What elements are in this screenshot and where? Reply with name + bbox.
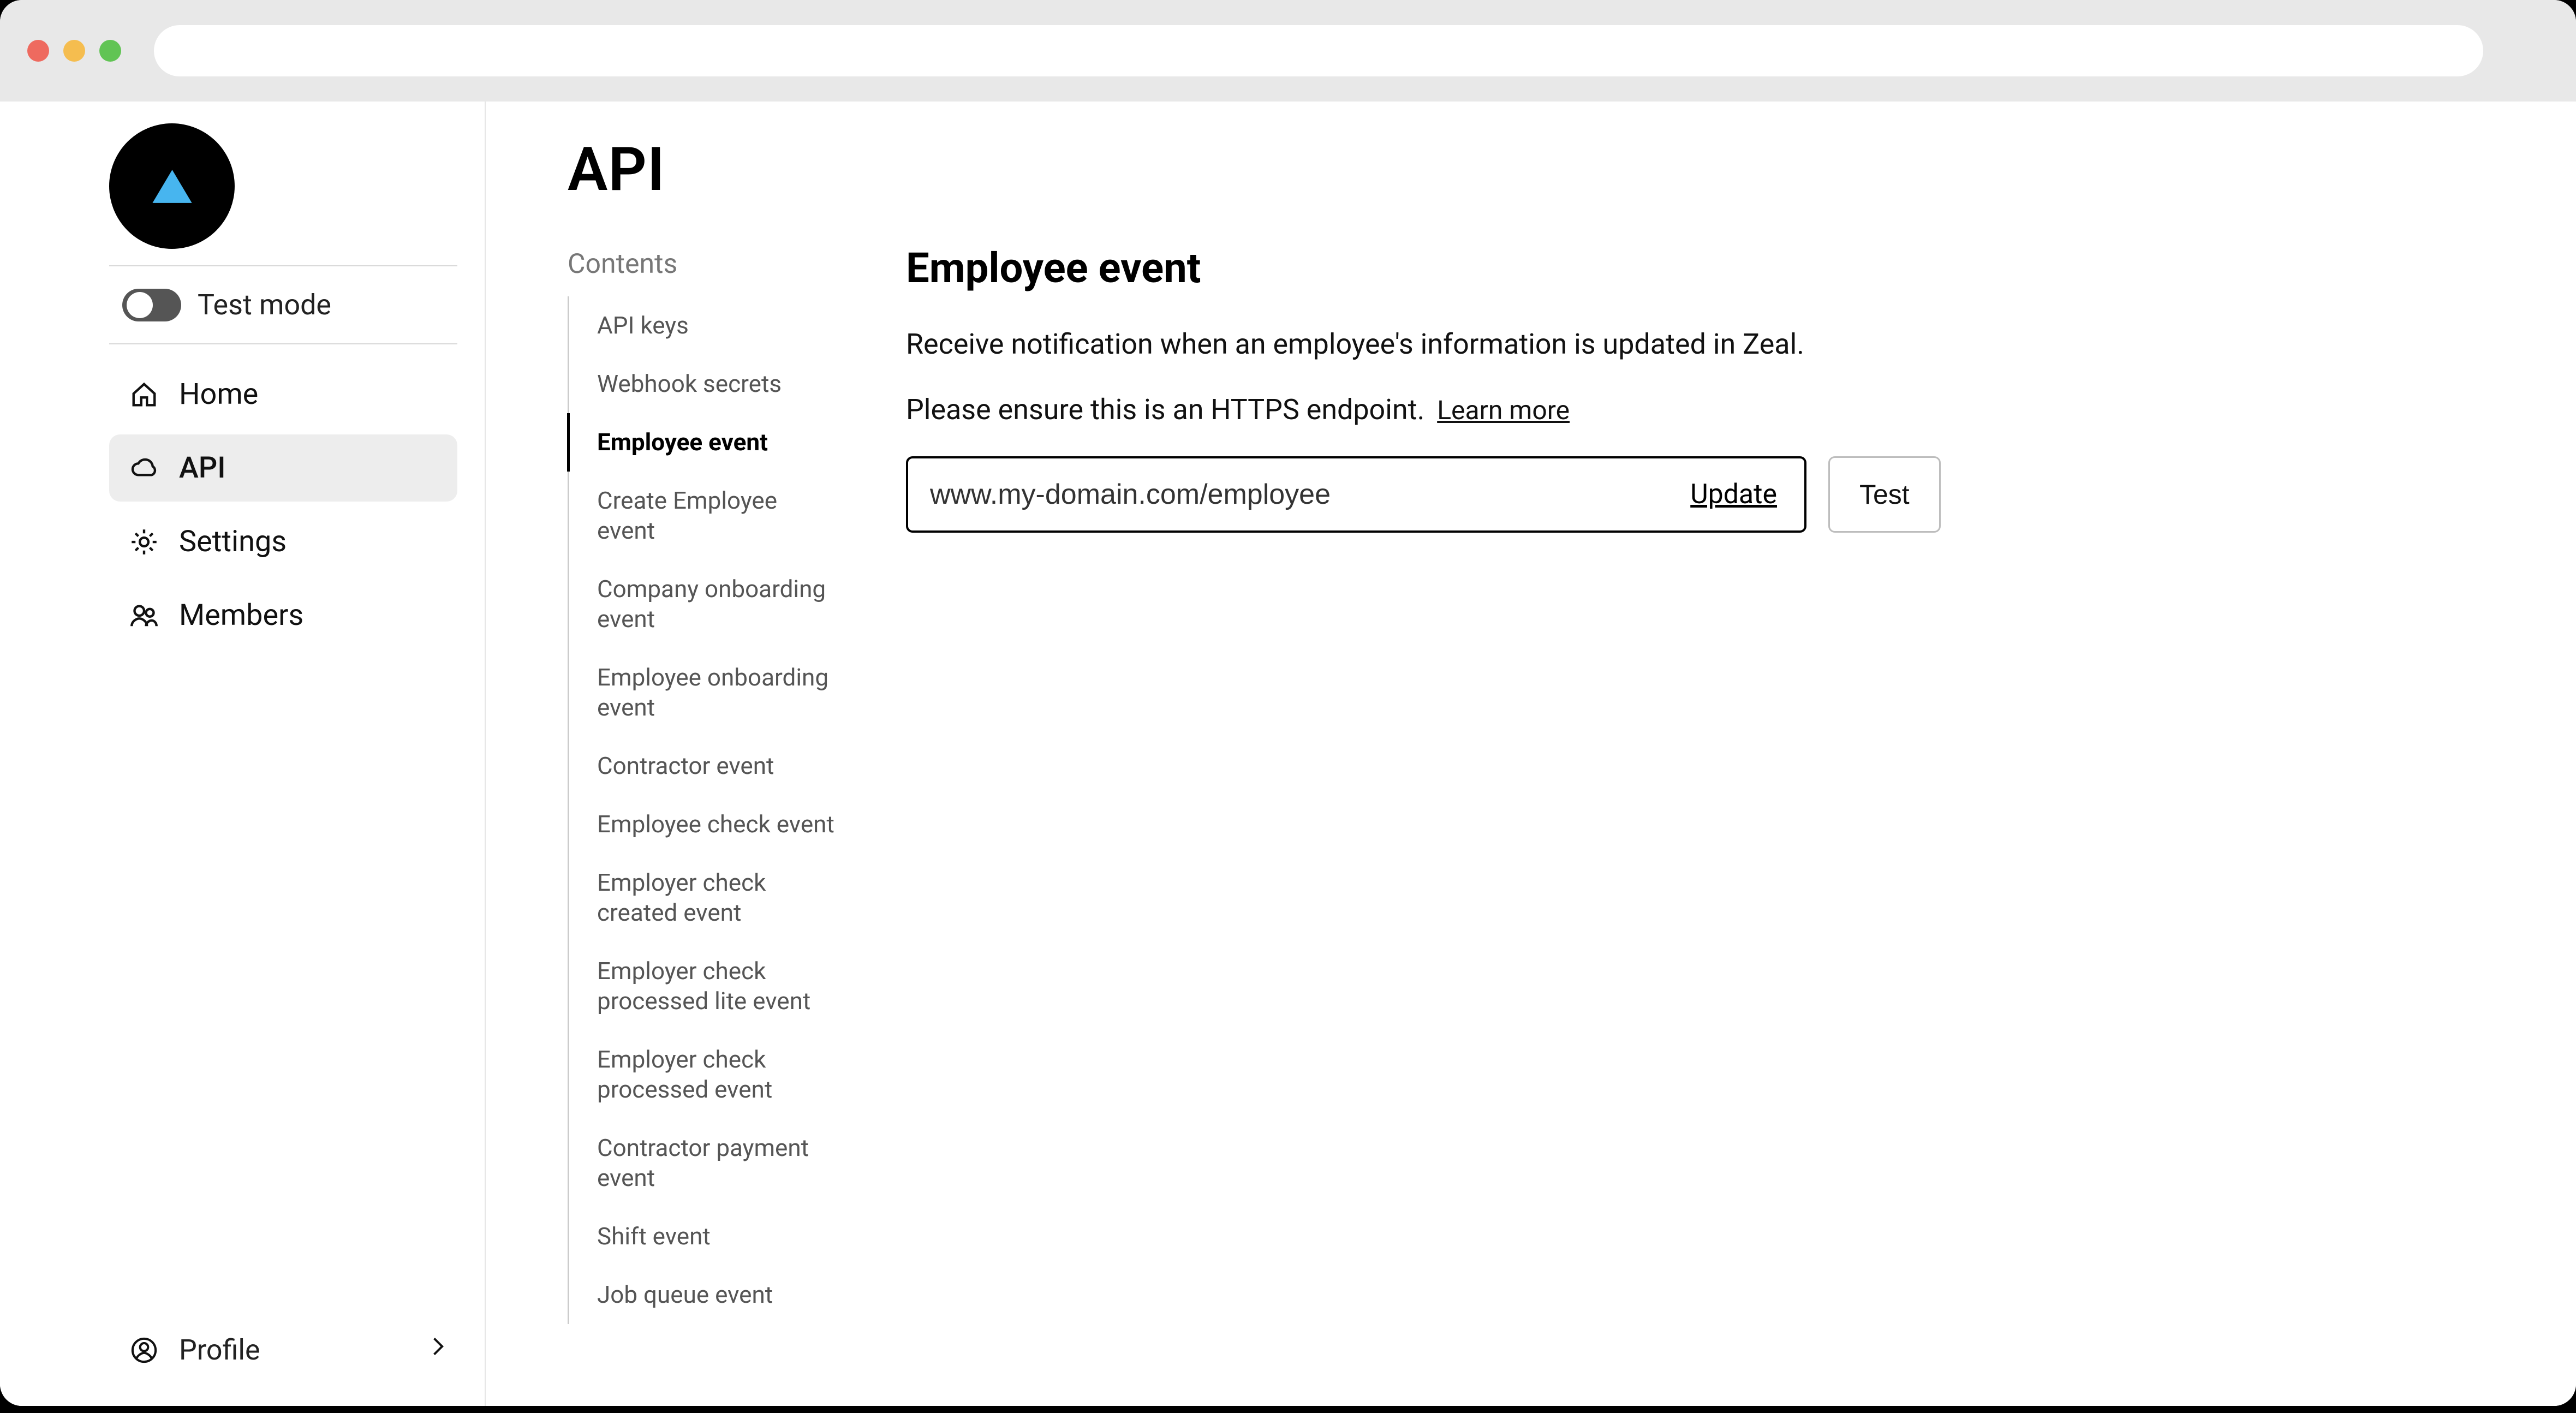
sidebar-item-label: API [179,451,226,485]
table-of-contents: API keys Webhook secrets Employee event … [568,296,851,1324]
contents-column: API Contents API keys Webhook secrets Em… [486,102,873,1406]
sidebar-item-members[interactable]: Members [109,582,457,649]
detail-description: Receive notification when an employee's … [906,325,2467,363]
toc-item-webhook-secrets[interactable]: Webhook secrets [567,355,851,413]
sidebar-item-profile[interactable]: Profile [0,1316,485,1384]
learn-more-link[interactable]: Learn more [1437,395,1570,426]
endpoint-row: Update Test [906,456,2467,533]
logo-triangle-icon [146,160,198,212]
close-window-button[interactable] [27,40,49,62]
test-mode-row: Test mode [0,266,485,343]
detail-pane: Employee event Receive notification when… [873,102,2576,1406]
detail-heading: Employee event [906,243,2467,293]
sidebar-item-label: Members [179,598,303,633]
address-bar[interactable] [154,25,2483,76]
toggle-knob [127,292,153,318]
members-icon [129,600,159,631]
toc-item-company-onboarding-event[interactable]: Company onboarding event [567,560,851,648]
toc-item-employer-check-created-event[interactable]: Employer check created event [567,854,851,942]
toc-item-employee-event[interactable]: Employee event [567,413,851,472]
sidebar-nav: Home API Settings [0,344,485,649]
chevron-right-icon [424,1332,452,1368]
toc-item-employer-check-processed-event[interactable]: Employer check processed event [567,1030,851,1119]
sidebar-item-label: Home [179,377,258,412]
toc-item-job-queue-event[interactable]: Job queue event [567,1266,851,1324]
toc-item-api-keys[interactable]: API keys [567,296,851,355]
sidebar: Test mode Home API [0,102,486,1406]
toc-item-employee-check-event[interactable]: Employee check event [567,795,851,854]
logo-wrap [0,123,485,265]
endpoint-input-box: Update [906,456,1806,533]
page-title: API [568,134,851,205]
toc-item-shift-event[interactable]: Shift event [567,1207,851,1266]
home-icon [129,379,159,410]
cloud-icon [129,453,159,484]
sidebar-item-api[interactable]: API [109,434,457,502]
sidebar-item-home[interactable]: Home [109,361,457,428]
test-mode-label: Test mode [198,288,331,321]
profile-icon [129,1335,159,1366]
endpoint-input[interactable] [930,478,1690,511]
titlebar [0,0,2576,102]
minimize-window-button[interactable] [63,40,85,62]
toc-item-contractor-payment-event[interactable]: Contractor payment event [567,1119,851,1207]
test-mode-toggle[interactable] [122,289,181,321]
detail-https-note: Please ensure this is an HTTPS endpoint.… [906,391,2467,429]
sidebar-item-label: Settings [179,524,287,559]
sidebar-item-settings[interactable]: Settings [109,508,457,575]
app-logo [109,123,235,249]
update-link[interactable]: Update [1690,479,1782,510]
contents-heading: Contents [568,248,851,280]
app-window: Test mode Home API [0,0,2576,1406]
toc-item-contractor-event[interactable]: Contractor event [567,737,851,795]
app-body: Test mode Home API [0,102,2576,1406]
toc-item-create-employee-event[interactable]: Create Employee event [567,472,851,560]
gear-icon [129,527,159,557]
toc-item-employee-onboarding-event[interactable]: Employee onboarding event [567,648,851,737]
sidebar-spacer [0,649,485,1316]
toc-item-employer-check-processed-lite-event[interactable]: Employer check processed lite event [567,942,851,1030]
maximize-window-button[interactable] [99,40,121,62]
traffic-lights [27,40,121,62]
https-note-text: Please ensure this is an HTTPS endpoint. [906,393,1424,426]
test-button[interactable]: Test [1828,456,1941,533]
profile-label: Profile [179,1333,260,1367]
